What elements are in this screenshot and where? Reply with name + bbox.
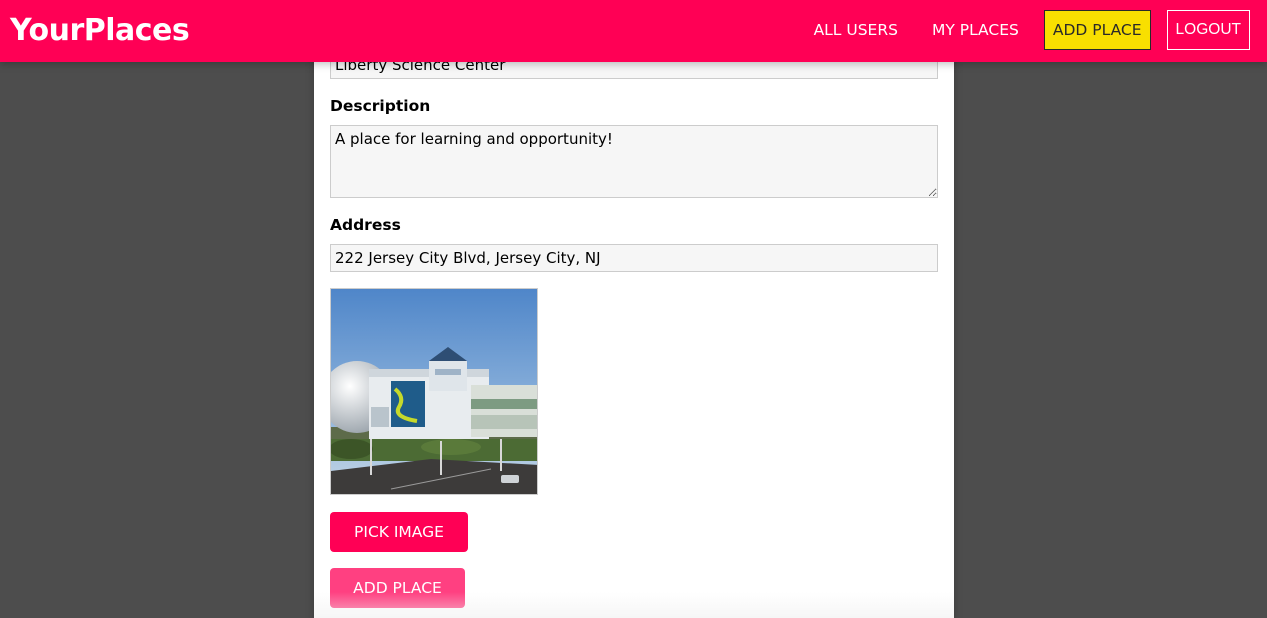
main-header: YourPlaces ALL USERS MY PLACES ADD PLACE… (0, 0, 1267, 62)
nav-all-users[interactable]: ALL USERS (805, 10, 907, 50)
place-photo-image (331, 289, 537, 494)
address-label: Address (330, 216, 401, 234)
add-place-submit-button[interactable]: ADD PLACE (330, 568, 465, 608)
new-place-form: Description A place for learning and opp… (314, 0, 954, 618)
nav-add-place[interactable]: ADD PLACE (1043, 10, 1151, 50)
description-label: Description (330, 97, 431, 115)
logout-button[interactable]: LOGOUT (1166, 10, 1250, 50)
image-preview (330, 288, 538, 495)
nav-my-places[interactable]: MY PLACES (923, 10, 1028, 50)
nav-links: ALL USERS MY PLACES ADD PLACE LOGOUT (789, 10, 1250, 50)
description-textarea[interactable]: A place for learning and opportunity! (330, 125, 938, 198)
pick-image-button[interactable]: PICK IMAGE (330, 512, 468, 552)
address-input[interactable] (330, 244, 938, 272)
brand-logo-link[interactable]: YourPlaces (10, 11, 190, 51)
